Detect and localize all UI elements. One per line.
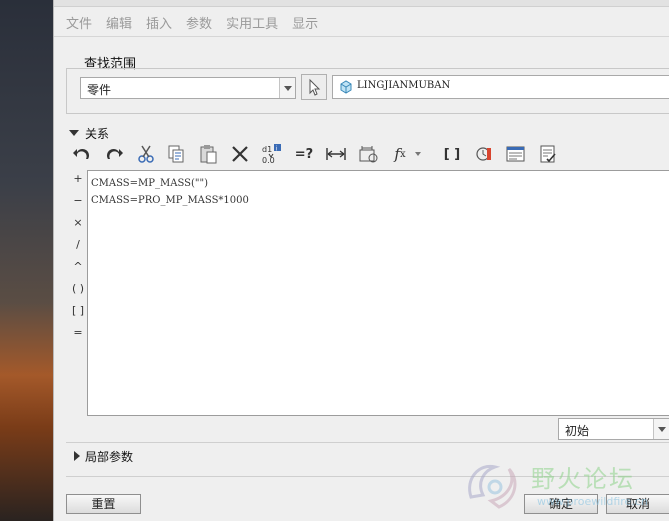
relations-header: 关系 [85,127,110,141]
operator-brackets-button[interactable]: [ ] [68,300,88,322]
ok-button[interactable]: 确定 [524,494,598,514]
dimension-icon[interactable] [324,142,348,166]
divider [66,442,669,443]
cut-icon[interactable] [134,142,158,166]
show-dimensions-icon[interactable] [356,142,380,166]
scope-type-value: 零件 [87,83,112,97]
local-params-header: 局部参数 [85,450,134,464]
undo-icon[interactable] [70,142,94,166]
menu-edit[interactable]: 编辑 [106,13,132,32]
checklist-icon[interactable] [536,142,560,166]
menu-insert[interactable]: 插入 [146,13,172,32]
cancel-button[interactable]: 取消 [606,494,669,514]
menu-bar: 文件 编辑 插入 参数 实用工具 显示 [54,8,669,37]
relation-line[interactable]: CMASS=MP_MASS("") [88,175,669,192]
select-model-button[interactable] [301,74,327,100]
scope-model-select[interactable]: LINGJIANMUBAN [332,75,669,99]
scope-type-select[interactable]: 零件 [80,77,296,99]
scope-model-value: LINGJIANMUBAN [357,80,451,91]
operator-equals-button[interactable]: = [68,322,88,344]
chevron-down-icon[interactable] [412,142,424,166]
expand-local-params-icon[interactable] [74,451,80,461]
redo-icon[interactable] [102,142,126,166]
parameters-icon[interactable] [504,142,528,166]
evaluate-icon[interactable]: =? [292,142,316,166]
function-icon[interactable]: fx [388,142,412,166]
relation-line[interactable]: CMASS=PRO_MP_MASS*1000 [88,192,669,209]
svg-text:0.0: 0.0 [262,156,275,165]
desktop-background [0,0,53,521]
menu-display[interactable]: 显示 [292,13,318,32]
verify-icon[interactable] [472,142,496,166]
operator-minus-button[interactable]: − [68,190,88,212]
operator-multiply-button[interactable]: × [68,212,88,234]
operator-power-button[interactable]: ^ [68,256,88,278]
menu-utilities[interactable]: 实用工具 [226,13,278,32]
menu-file[interactable]: 文件 [66,13,92,32]
reset-button[interactable]: 重置 [66,494,141,514]
chevron-down-icon[interactable] [653,419,669,439]
menu-parameters[interactable]: 参数 [186,13,212,32]
relations-dialog: 文件 编辑 插入 参数 实用工具 显示 查找范围 零件 LINGJIANMUBA… [53,0,669,521]
title-bar [54,0,669,7]
status-value: 初始 [565,424,590,438]
status-select[interactable]: 初始 [558,418,669,440]
cursor-arrow-icon [309,78,321,96]
paste-icon[interactable] [196,142,220,166]
operator-parens-button[interactable]: ( ) [68,278,88,300]
chevron-down-icon[interactable] [279,78,295,98]
operator-plus-button[interactable]: + [68,168,88,190]
collapse-relations-icon[interactable] [69,130,79,136]
part-icon [340,80,352,94]
watermark-logo [468,464,517,509]
relations-toolbar: d1 0.0 i =? fx [ ] [68,142,588,168]
copy-icon[interactable] [164,142,188,166]
operator-column: + − × / ^ ( ) [ ] = [68,168,88,344]
operator-divide-button[interactable]: / [68,234,88,256]
delete-icon[interactable] [228,142,252,166]
divider [66,476,669,477]
relations-editor[interactable]: CMASS=MP_MASS("") CMASS=PRO_MP_MASS*1000 [87,170,669,416]
svg-text:d1: d1 [262,145,272,154]
brackets-icon[interactable]: [ ] [440,142,464,166]
sort-relations-icon[interactable]: d1 0.0 i [260,142,284,166]
